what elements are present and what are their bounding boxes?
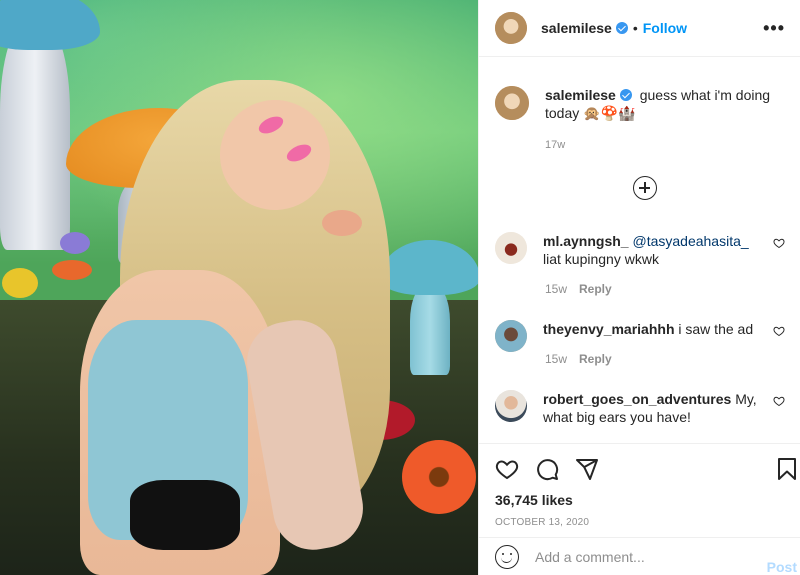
comment-avatar-image <box>495 390 527 422</box>
comment-username[interactable]: ml.aynngsh_ <box>543 233 629 249</box>
post-date: OCTOBER 13, 2020 <box>495 517 590 528</box>
flower-orange-left <box>52 260 92 280</box>
comment-input[interactable] <box>535 548 755 565</box>
heart-icon[interactable] <box>495 457 519 481</box>
person-ear <box>322 210 362 236</box>
heart-outline-icon[interactable] <box>773 395 785 407</box>
caption-avatar-image <box>495 86 529 120</box>
comment-username[interactable]: theyenvy_mariahhh <box>543 321 675 337</box>
author-username[interactable]: salemilese <box>541 20 612 36</box>
heart-outline-icon[interactable] <box>773 237 785 249</box>
paper-plane-icon[interactable] <box>575 457 599 481</box>
heart-outline-icon[interactable] <box>773 325 785 337</box>
follow-button[interactable]: Follow <box>643 20 687 36</box>
caption-avatar[interactable] <box>495 86 529 120</box>
mushroom-cap-left <box>0 0 100 50</box>
caption-text-block: salemilese guess what i'm doing today 🙊🍄… <box>545 86 785 122</box>
comment-body: ml.aynngsh_ @tasyadeahasita_ liat kuping… <box>543 232 763 268</box>
comment-mention[interactable]: @tasyadeahasita_ <box>632 233 748 249</box>
comment-timestamp[interactable]: 15w <box>545 352 567 366</box>
comment-avatar[interactable] <box>495 320 527 352</box>
mushroom-stem-blue <box>410 285 450 375</box>
comment-username[interactable]: robert_goes_on_adventures <box>543 391 731 407</box>
plus-circle-icon[interactable] <box>633 176 657 200</box>
mushroom-stem-left <box>0 20 70 250</box>
comment-item: theyenvy_mariahhh i saw the ad 15w Reply <box>495 320 785 366</box>
comment-meta: 15w Reply <box>545 352 612 366</box>
reply-button[interactable]: Reply <box>579 282 612 296</box>
post-header: salemilese • Follow ••• <box>479 0 800 57</box>
comment-avatar[interactable] <box>495 232 527 264</box>
flower-orange-right <box>402 440 476 514</box>
verified-badge-icon <box>619 89 632 101</box>
author-avatar[interactable] <box>495 12 527 44</box>
caption-timestamp[interactable]: 17w <box>545 139 565 151</box>
comment-item: ml.aynngsh_ @tasyadeahasita_ liat kuping… <box>495 232 785 296</box>
author-avatar-image <box>495 12 527 44</box>
comment-item: robert_goes_on_adventures My, what big e… <box>495 390 785 426</box>
caption-username[interactable]: salemilese <box>545 87 616 103</box>
comment-meta: 15w Reply <box>545 282 612 296</box>
post-photo[interactable] <box>0 0 478 575</box>
comment-timestamp[interactable]: 15w <box>545 282 567 296</box>
likes-count[interactable]: 36,745 likes <box>495 492 573 508</box>
flower-purple <box>60 232 90 254</box>
add-comment-bar: Post <box>479 537 800 575</box>
post-comment-button[interactable]: Post <box>767 559 797 575</box>
post-side-panel: salemilese • Follow ••• salemilese guess… <box>478 0 800 575</box>
comment-avatar-image <box>495 320 527 352</box>
bookmark-icon[interactable] <box>775 457 799 481</box>
post-caption: salemilese guess what i'm doing today 🙊🍄… <box>495 86 785 151</box>
comment-avatar-image <box>495 232 527 264</box>
reply-button[interactable]: Reply <box>579 352 612 366</box>
emoji-smile-icon[interactable] <box>495 544 519 569</box>
person-outfit-bottom <box>130 480 240 550</box>
flower-yellow <box>2 268 38 298</box>
header-separator: • <box>632 20 638 36</box>
comment-bubble-icon[interactable] <box>535 457 559 481</box>
comment-text: i saw the ad <box>678 321 754 337</box>
comment-body: theyenvy_mariahhh i saw the ad <box>543 320 763 352</box>
comment-text: liat kupingny wkwk <box>543 251 659 267</box>
comment-body: robert_goes_on_adventures My, what big e… <box>543 390 763 426</box>
comment-avatar[interactable] <box>495 390 527 422</box>
verified-badge-icon <box>615 22 628 34</box>
more-horizontal-icon[interactable]: ••• <box>763 18 785 39</box>
